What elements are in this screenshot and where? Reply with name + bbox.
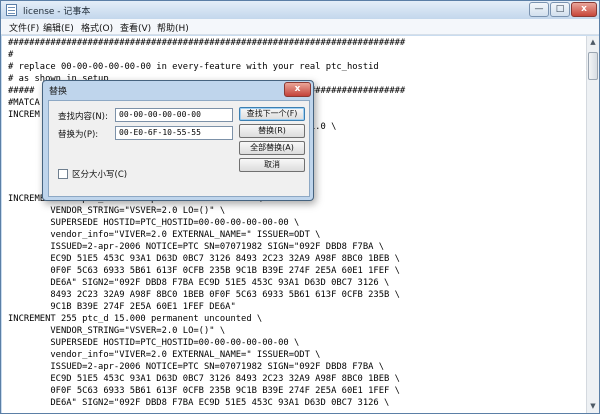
menu-help[interactable]: 帮助(H): [157, 21, 189, 34]
close-button[interactable]: x: [571, 2, 597, 17]
editor-line: vendor_info="VIVER=2.0 EXTERNAL_NAME=" I…: [8, 350, 321, 360]
editor-line: EC9D 51E5 453C 93A1 D63D 0BC7 3126 8493 …: [8, 374, 400, 384]
editor-line: # replace 00-00-00-00-00-00 in every-fea…: [8, 62, 379, 72]
editor-line: 0F0F 5C63 6933 5B61 613F 0CFB 235B 9C1B …: [8, 266, 400, 276]
editor-line: vendor_info="VIVER=2.0 EXTERNAL_NAME=" I…: [8, 230, 321, 240]
editor-line: INCREMENT 255 ptc_d 15.000 permanent unc…: [8, 314, 263, 324]
editor-line: SUPERSEDE HOSTID=PTC_HOSTID=00-00-00-00-…: [8, 338, 300, 348]
scroll-thumb[interactable]: [588, 52, 598, 80]
editor-line: DE6A" SIGN2="092F DBD8 F7BA EC9D 51E5 45…: [8, 398, 390, 408]
editor-line: EC9D 51E5 453C 93A1 D63D 0BC7 3126 8493 …: [8, 254, 400, 264]
editor-line: VENDOR_STRING="VSVER=2.0 LO=()" \: [8, 206, 226, 216]
cancel-button[interactable]: 取消: [239, 158, 305, 172]
scroll-down-icon[interactable]: ▼: [587, 400, 599, 413]
editor-line: #: [8, 50, 14, 60]
editor-line: DE6A" SIGN2="092F DBD8 F7BA EC9D 51E5 45…: [8, 278, 390, 288]
maximize-button[interactable]: □: [550, 2, 570, 17]
find-input[interactable]: 00-00-00-00-00-00: [115, 108, 233, 122]
menu-bar: 文件(F) 编辑(E) 格式(O) 查看(V) 帮助(H): [1, 19, 599, 35]
replace-label: 替换为(P):: [58, 130, 99, 140]
minimize-button[interactable]: —: [529, 2, 549, 17]
editor-line: 8493 2C23 32A9 A98F 8BC0 1BEB 0F0F 5C63 …: [8, 290, 400, 300]
menu-file[interactable]: 文件(F): [9, 21, 39, 34]
replace-all-button[interactable]: 全部替换(A): [239, 141, 305, 155]
title-bar[interactable]: license - 记事本 — □ x: [1, 1, 599, 19]
dialog-title: 替换: [49, 87, 68, 97]
editor-line: VENDOR_STRING="VSVER=2.0 LO=()" \: [8, 326, 226, 336]
vertical-scrollbar[interactable]: ▲ ▼: [586, 36, 599, 413]
match-case-checkbox[interactable]: [58, 169, 68, 179]
editor-line: SUPERSEDE HOSTID=PTC_HOSTID=00-00-00-00-…: [8, 218, 300, 228]
find-next-button[interactable]: 查找下一个(F): [239, 107, 305, 121]
scroll-up-icon[interactable]: ▲: [587, 36, 599, 49]
replace-button[interactable]: 替换(R): [239, 124, 305, 138]
menu-edit[interactable]: 编辑(E): [43, 21, 74, 34]
replace-input[interactable]: 00-E0-6F-10-55-55: [115, 126, 233, 140]
window-title: license - 记事本: [23, 7, 91, 17]
find-label: 查找内容(N):: [58, 112, 108, 122]
notepad-window: license - 记事本 — □ x 文件(F) 编辑(E) 格式(O) 查看…: [0, 0, 600, 414]
editor-line: ########################################…: [8, 38, 406, 48]
editor-line: ISSUED=2-apr-2006 NOTICE=PTC SN=07071982…: [8, 362, 385, 372]
notepad-icon: [6, 4, 17, 16]
match-case-label: 区分大小写(C): [72, 170, 128, 180]
dialog-body: 查找内容(N): 00-00-00-00-00-00 替换为(P): 00-E0…: [48, 100, 310, 197]
replace-dialog: 替换 x 查找内容(N): 00-00-00-00-00-00 替换为(P): …: [42, 80, 314, 201]
editor-line: ISSUED=2-apr-2006 NOTICE=PTC SN=07071982…: [8, 242, 385, 252]
editor-line: 9C1B B39E 274F 2E5A 60E1 1FEF DE6A": [8, 302, 236, 312]
menu-view[interactable]: 查看(V): [120, 21, 151, 34]
menu-format[interactable]: 格式(O): [81, 21, 113, 34]
editor-line: 0F0F 5C63 6933 5B61 613F 0CFB 235B 9C1B …: [8, 386, 400, 396]
dialog-close-button[interactable]: x: [284, 82, 311, 97]
